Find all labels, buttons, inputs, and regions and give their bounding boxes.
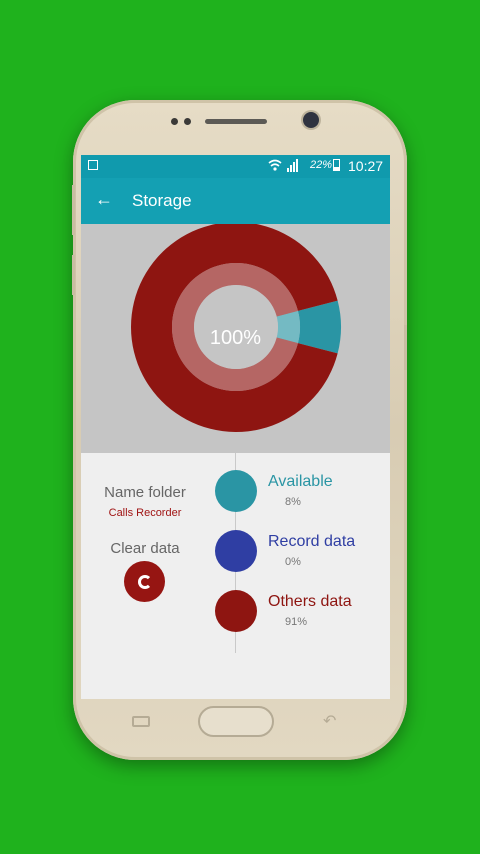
legend-name-others: Others data: [268, 593, 352, 610]
gallery-notification-icon: [88, 160, 98, 170]
recent-apps-icon[interactable]: [132, 716, 150, 727]
earpiece-speaker: [205, 119, 267, 124]
storage-info: Name folder Calls Recorder Clear data Av…: [81, 453, 390, 699]
app-bar: ← Storage: [81, 178, 390, 224]
legend-pct-available: 8%: [285, 496, 301, 508]
sensor: [171, 118, 178, 125]
battery-percent: 22%: [310, 159, 333, 171]
name-folder-label: Name folder: [104, 484, 186, 501]
legend-dot-others: [215, 590, 257, 632]
screen: 22% 10:27 ← Storage 100% Name folder Cal…: [81, 155, 390, 699]
clock: 10:27: [348, 158, 384, 174]
home-button[interactable]: [198, 706, 274, 737]
legend-pct-others: 91%: [285, 616, 308, 628]
arrow-left-icon[interactable]: ←: [95, 189, 113, 209]
power-button: [404, 325, 407, 370]
legend-dot-available: [215, 470, 257, 512]
clean-icon: [137, 574, 152, 589]
front-camera: [303, 112, 319, 128]
back-icon[interactable]: ↶: [323, 711, 336, 731]
legend-pct-record: 0%: [285, 556, 301, 568]
clear-data-button[interactable]: [124, 561, 165, 602]
clear-data-label: Clear data: [110, 540, 180, 557]
storage-chart: 100%: [81, 224, 390, 453]
name-folder-value: Calls Recorder: [108, 507, 182, 519]
page-title: Storage: [132, 191, 192, 210]
legend-name-record: Record data: [268, 533, 356, 550]
legend-name-available: Available: [268, 473, 333, 490]
wifi-icon: [268, 158, 282, 175]
battery-icon: [333, 159, 340, 171]
volume-button: [72, 185, 75, 235]
center-label: 100%: [209, 327, 262, 349]
signal-icon: [287, 159, 298, 172]
sensor: [184, 118, 191, 125]
status-bar: 22% 10:27: [81, 155, 390, 178]
legend-dot-record: [215, 530, 257, 572]
volume-button-2: [72, 255, 75, 295]
